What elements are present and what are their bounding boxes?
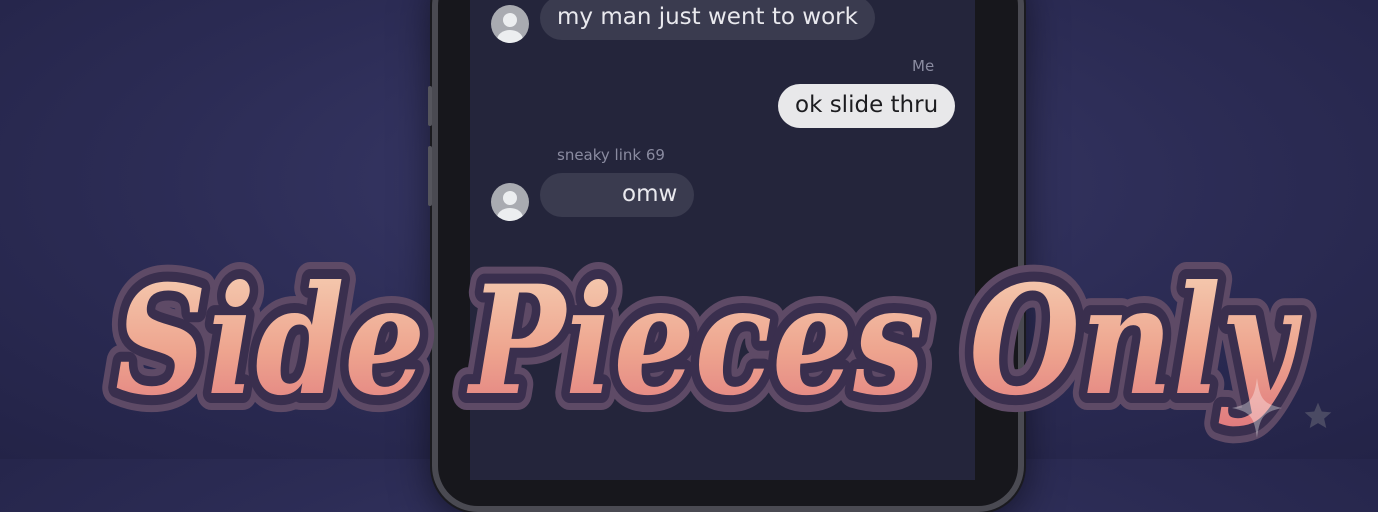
message-bubble-incoming: my man just went to work — [540, 0, 875, 40]
title-graphic: Side Pieces Only Side Pieces Only Side P… — [98, 236, 1320, 446]
sparkle-icon — [1232, 378, 1282, 438]
sender-label: sneaky link 69 — [557, 146, 665, 164]
star-icon — [1304, 402, 1332, 428]
message-bubble-outgoing: ok slide thru — [778, 84, 956, 128]
sender-label: Me — [912, 57, 935, 75]
contact-avatar-icon — [491, 5, 529, 43]
title-banner: Side Pieces Only Side Pieces Only Side P… — [0, 178, 1378, 459]
title-text: Side Pieces Only — [115, 253, 1303, 429]
phone-side-button — [428, 86, 432, 126]
